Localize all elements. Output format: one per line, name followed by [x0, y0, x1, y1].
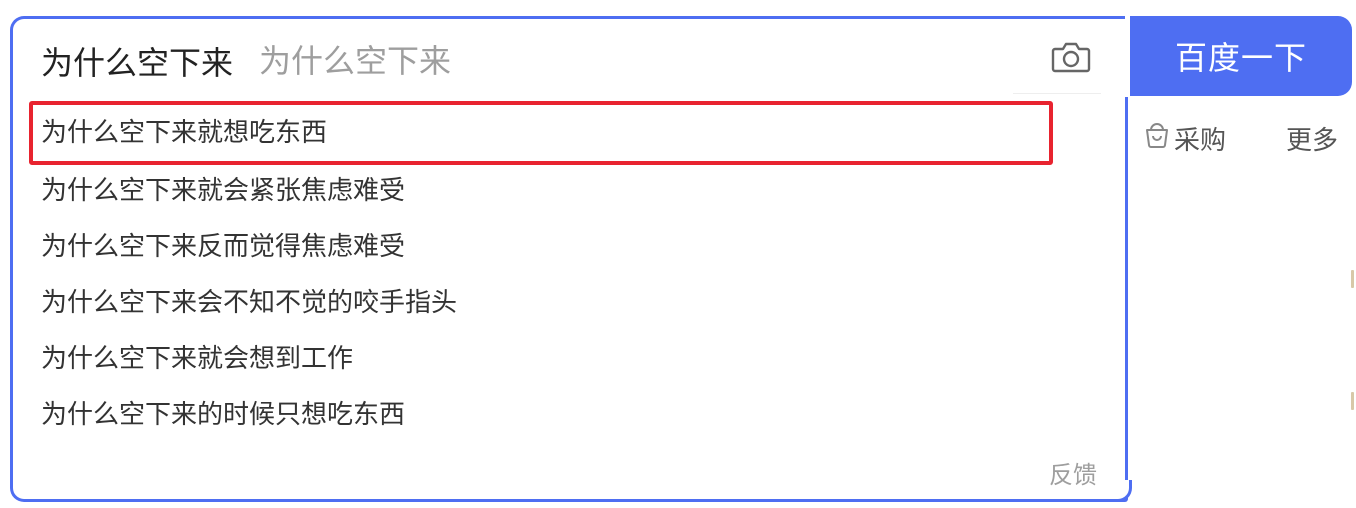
- suggestion-item[interactable]: 为什么空下来就会想到工作: [13, 331, 1113, 387]
- suggestion-list: 为什么空下来就想吃东西 为什么空下来就会紧张焦虑难受 为什么空下来反而觉得焦虑难…: [13, 101, 1113, 443]
- page-edge-fragment: [1346, 270, 1356, 294]
- shop-link-label: 采购: [1174, 126, 1227, 156]
- suggestion-item[interactable]: 为什么空下来反而觉得焦虑难受: [13, 219, 1113, 275]
- search-autocomplete-hint: 为什么空下来: [259, 42, 452, 80]
- divider: [1013, 93, 1101, 94]
- suggestion-item[interactable]: 为什么空下来就想吃东西: [29, 101, 1053, 165]
- shop-link[interactable]: 采购: [1144, 120, 1226, 157]
- search-dropdown-panel: 为什么空下来 为什么空下来 为什么空下来就想吃东西 为什么空下来就会紧张焦虑难受…: [10, 16, 1128, 502]
- more-link[interactable]: 更多: [1286, 120, 1338, 157]
- page-edge-fragment: [1346, 392, 1356, 416]
- camera-icon[interactable]: [1051, 39, 1091, 75]
- search-button[interactable]: 百度一下: [1130, 16, 1352, 96]
- feedback-link[interactable]: 反馈: [1049, 455, 1097, 490]
- suggestion-item[interactable]: 为什么空下来就会紧张焦虑难受: [13, 163, 1113, 219]
- panel-corner: [1118, 480, 1132, 502]
- search-input[interactable]: 为什么空下来: [41, 43, 233, 83]
- suggestion-item[interactable]: 为什么空下来会不知不觉的咬手指头: [13, 275, 1113, 331]
- shopping-basket-icon: [1144, 121, 1174, 156]
- suggestion-item[interactable]: 为什么空下来的时候只想吃东西: [13, 387, 1113, 443]
